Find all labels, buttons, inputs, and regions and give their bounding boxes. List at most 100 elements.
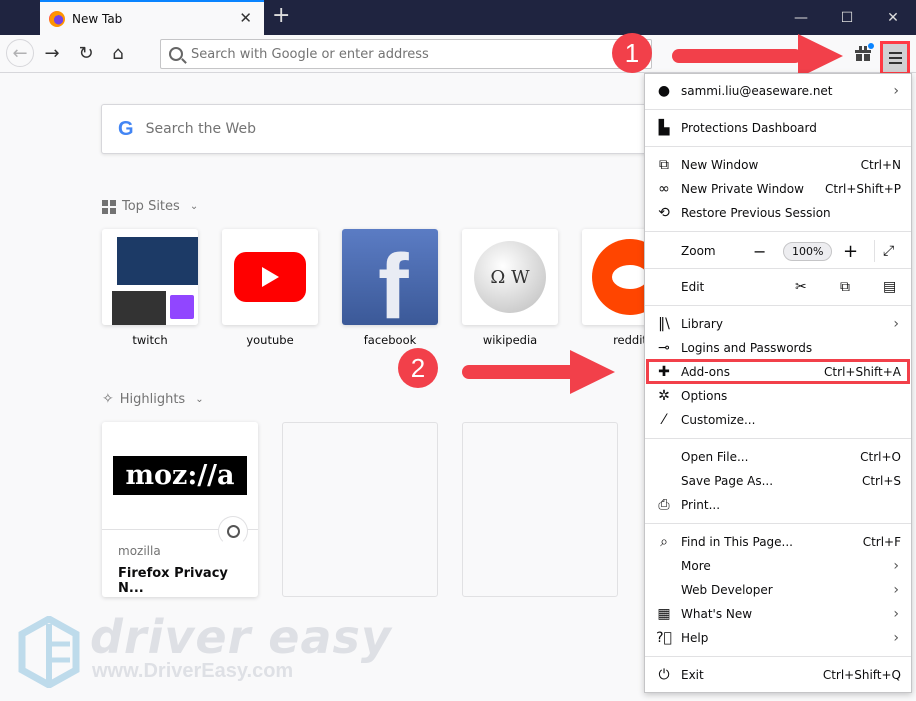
gift-icon: ▦ [657, 606, 671, 622]
search-icon: ⌕ [660, 534, 668, 550]
google-icon: G [118, 117, 134, 140]
zoom-out-button[interactable]: − [753, 242, 766, 261]
maximize-button[interactable]: ☐ [824, 0, 870, 35]
highlight-placeholder [282, 422, 438, 597]
forward-button[interactable]: → [38, 39, 66, 67]
menu-logins-passwords[interactable]: ⊸ Logins and Passwords [645, 336, 911, 360]
tab-title: New Tab [72, 11, 123, 26]
chevron-down-icon: ⌄ [189, 201, 199, 212]
twitch-tile[interactable] [102, 229, 198, 325]
wikipedia-tile[interactable]: Ω W [462, 229, 558, 325]
sparkle-icon: ✧ [102, 391, 114, 407]
driver-easy-logo-icon [18, 616, 80, 688]
menu-restore-session[interactable]: ⟲ Restore Previous Session [645, 201, 911, 225]
menu-account[interactable]: ● sammi.liu@easeware.net › [645, 79, 911, 103]
highlight-host: mozilla [118, 544, 161, 558]
brush-icon: ⁄ [662, 412, 666, 428]
add-ons-highlight-annotation [646, 359, 910, 384]
highlight-placeholder [462, 422, 618, 597]
youtube-tile[interactable] [222, 229, 318, 325]
watermark-url: www.DriverEasy.com [92, 660, 294, 682]
printer-icon: ⎙ [658, 497, 670, 513]
menu-open-file[interactable]: Open File... Ctrl+O [645, 445, 911, 469]
top-sites-heading[interactable]: Top Sites ⌄ [102, 199, 198, 214]
top-site-youtube[interactable]: youtube [222, 229, 318, 347]
menu-protections-dashboard[interactable]: ▙ Protections Dashboard [645, 116, 911, 140]
mozilla-logo: moz://a [113, 456, 247, 495]
menu-zoom: Zoom − 100% + ⤢ [681, 240, 895, 262]
home-button[interactable]: ⌂ [104, 39, 132, 67]
reload-button[interactable]: ↻ [72, 39, 100, 67]
chevron-down-icon: ⌄ [195, 393, 204, 405]
web-search-input[interactable] [145, 121, 660, 137]
chevron-right-icon: › [893, 582, 899, 598]
address-input[interactable] [191, 46, 651, 62]
tab-new-tab[interactable]: New Tab ✕ [40, 0, 264, 35]
highlight-title: Firefox Privacy N... [118, 566, 228, 596]
top-site-wikipedia[interactable]: Ω W wikipedia [462, 229, 558, 347]
chevron-right-icon: › [893, 630, 899, 646]
youtube-icon [234, 252, 306, 302]
key-icon: ⊸ [658, 340, 670, 356]
close-tab-icon[interactable]: ✕ [239, 9, 252, 27]
site-label: twitch [132, 333, 168, 347]
step-1-arrow [672, 49, 802, 63]
menu-print[interactable]: ⎙ Print... [645, 493, 911, 517]
library-icon: ‖\ [658, 316, 670, 332]
web-search-box[interactable]: G [101, 104, 661, 154]
restore-icon: ⟲ [658, 205, 670, 221]
top-site-twitch[interactable]: twitch [102, 229, 198, 347]
copy-button[interactable]: ⧉ [840, 279, 850, 295]
notification-dot [868, 43, 874, 49]
menu-library[interactable]: ‖\ Library › [645, 312, 911, 336]
wikipedia-globe-icon: Ω W [474, 241, 546, 313]
gear-icon: ✲ [658, 388, 670, 404]
menu-new-private-window[interactable]: ∞ New Private Window Ctrl+Shift+P [645, 177, 911, 201]
address-bar[interactable] [160, 39, 652, 69]
menu-save-page[interactable]: Save Page As... Ctrl+S [645, 469, 911, 493]
clock-icon [218, 516, 248, 546]
zoom-level[interactable]: 100% [783, 241, 833, 261]
title-bar: New Tab ✕ + — ☐ ✕ [0, 0, 916, 35]
cut-button[interactable]: ✂ [795, 279, 807, 295]
new-tab-button[interactable]: + [272, 4, 290, 28]
watermark-brand: driver easy [90, 610, 392, 664]
power-icon: ⏻ [658, 667, 670, 683]
site-label: facebook [363, 333, 417, 347]
grid-icon [102, 199, 116, 214]
chevron-right-icon: › [893, 606, 899, 622]
menu-customize[interactable]: ⁄ Customize... [645, 408, 911, 432]
chevron-right-icon: › [893, 316, 899, 332]
step-1-badge: 1 [612, 33, 652, 73]
facebook-tile[interactable]: f [342, 229, 438, 325]
menu-edit: Edit ✂ ⧉ ▤ [681, 279, 897, 295]
minimize-button[interactable]: — [778, 0, 824, 35]
facebook-icon: f [378, 236, 409, 325]
firefox-icon [49, 10, 65, 27]
back-button[interactable]: ← [6, 39, 34, 67]
whats-new-toolbar-button[interactable] [855, 43, 874, 61]
bar-chart-icon: ▙ [658, 120, 670, 136]
top-site-facebook[interactable]: f facebook [342, 229, 438, 347]
menu-web-developer[interactable]: Web Developer › [645, 578, 911, 602]
step-2-arrow [462, 365, 577, 379]
open-menu-button[interactable] [880, 41, 910, 75]
highlight-card[interactable]: moz://a mozilla Firefox Privacy N... [102, 422, 258, 597]
menu-find-in-page[interactable]: ⌕ Find in This Page... Ctrl+F [645, 530, 911, 554]
highlights-heading[interactable]: ✧ Highlights ⌄ [102, 391, 204, 407]
menu-more[interactable]: More › [645, 554, 911, 578]
menu-help[interactable]: ?⃝ Help › [645, 626, 911, 650]
menu-new-window[interactable]: ⧉ New Window Ctrl+N [645, 153, 911, 177]
close-window-button[interactable]: ✕ [870, 0, 916, 35]
menu-exit[interactable]: ⏻ Exit Ctrl+Shift+Q [645, 663, 911, 687]
help-icon: ?⃝ [656, 630, 672, 646]
paste-button[interactable]: ▤ [883, 279, 896, 295]
fullscreen-button[interactable]: ⤢ [883, 243, 894, 259]
menu-whats-new[interactable]: ▦ What's New › [645, 602, 911, 626]
chevron-right-icon: › [893, 558, 899, 574]
site-label: youtube [246, 333, 294, 347]
zoom-in-button[interactable]: + [843, 241, 858, 262]
top-sites-label: Top Sites [122, 199, 180, 214]
menu-options[interactable]: ✲ Options [645, 384, 911, 408]
account-icon: ● [657, 83, 671, 99]
